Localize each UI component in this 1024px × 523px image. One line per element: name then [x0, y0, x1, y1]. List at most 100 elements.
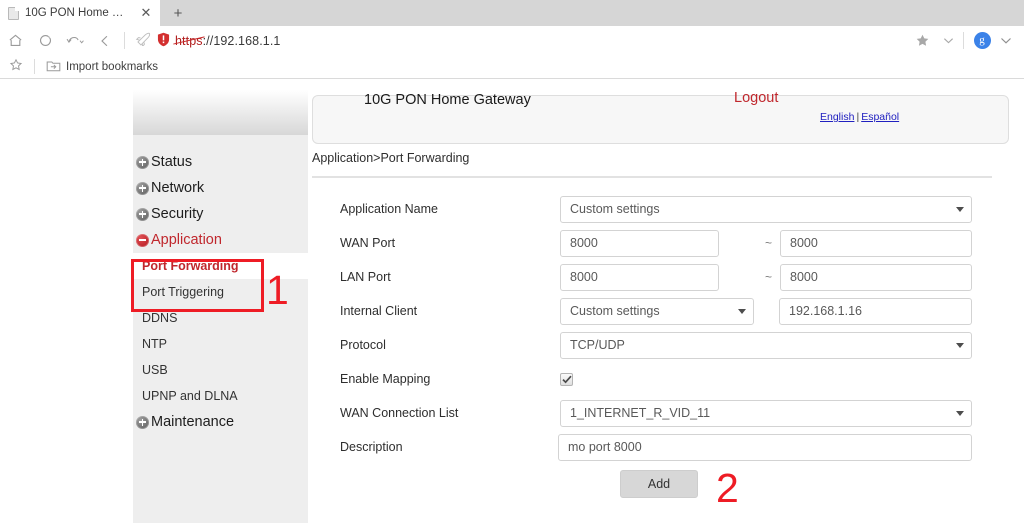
- sidebar-item-upnp-and-dlna[interactable]: UPNP and DLNA: [133, 383, 308, 409]
- wan-port-start-input[interactable]: 8000: [560, 229, 719, 257]
- wan-port-end-value: 8000: [790, 236, 818, 250]
- router-admin-page: Status Network Security Application Port…: [0, 80, 1024, 523]
- sidebar-item-label: Port Triggering: [142, 285, 224, 299]
- wan-port-end-input[interactable]: 8000: [780, 229, 972, 257]
- internal-client-ip-input[interactable]: 192.168.1.16: [779, 297, 972, 325]
- sidebar-item-ntp[interactable]: NTP: [133, 331, 308, 357]
- wan-port-start-value: 8000: [570, 236, 598, 250]
- form-row-actions: Add: [312, 464, 1012, 504]
- home-icon[interactable]: [0, 27, 30, 55]
- form-row-protocol: Protocol TCP/UDP: [312, 328, 1012, 362]
- page-title: 10G PON Home Gateway: [364, 92, 531, 108]
- toolbar-right-group: g: [907, 27, 1024, 55]
- language-switcher: English | Español: [820, 111, 899, 123]
- application-name-select[interactable]: Custom settings: [560, 195, 972, 223]
- toolbar-divider: [124, 32, 125, 49]
- document-icon: [8, 6, 19, 20]
- form-row-description: Description mo port 8000: [312, 430, 1012, 464]
- new-tab-button[interactable]: +: [164, 2, 192, 26]
- star-icon[interactable]: [907, 27, 937, 55]
- reload-icon[interactable]: [30, 27, 60, 55]
- address-bar[interactable]: https://192.168.1.1: [129, 32, 907, 50]
- browser-tab-title: 10G PON Home Gateway: [25, 7, 132, 19]
- plus-circle-icon[interactable]: [136, 415, 149, 429]
- internal-client-select[interactable]: Custom settings: [560, 297, 754, 325]
- form-row-enable-mapping: Enable Mapping: [312, 362, 1012, 396]
- content-divider: [312, 176, 992, 178]
- form-row-lan-port: LAN Port 8000 ~ 8000: [312, 260, 1012, 294]
- chevron-down-icon[interactable]: [939, 27, 957, 55]
- internal-client-ip-value: 192.168.1.16: [789, 304, 862, 318]
- sidebar-item-maintenance[interactable]: Maintenance: [133, 409, 308, 435]
- logout-button[interactable]: Logout: [734, 90, 778, 106]
- browser-toolbar: https://192.168.1.1 g: [0, 26, 1024, 55]
- sidebar-item-application[interactable]: Application: [133, 227, 308, 253]
- chevron-down-icon[interactable]: [996, 27, 1016, 55]
- field-label: Protocol: [340, 338, 386, 352]
- sidebar-item-status[interactable]: Status: [133, 149, 308, 175]
- url-scheme-strikethrough: https: [175, 33, 203, 48]
- bookmark-import-bookmarks[interactable]: Import bookmarks: [41, 57, 163, 77]
- wan-connection-list-value: 1_INTERNET_R_VID_11: [570, 406, 711, 420]
- rocket-icon[interactable]: [135, 32, 152, 49]
- breadcrumb: Application>Port Forwarding: [312, 151, 470, 165]
- chevron-left-icon[interactable]: [90, 27, 120, 55]
- url-host-path: ://192.168.1.1: [202, 33, 281, 48]
- language-link-english[interactable]: English: [820, 111, 854, 123]
- sidebar-item-label: UPNP and DLNA: [142, 389, 238, 403]
- sidebar-item-label: Status: [151, 154, 193, 170]
- sidebar-banner: [133, 80, 308, 135]
- form-row-internal-client: Internal Client Custom settings 192.168.…: [312, 294, 1012, 328]
- field-label: Enable Mapping: [340, 372, 431, 386]
- sidebar-item-label: Security: [151, 206, 204, 222]
- wan-port-range-separator: ~: [765, 236, 773, 250]
- enable-mapping-checkbox[interactable]: [560, 372, 573, 386]
- url-text[interactable]: https://192.168.1.1: [175, 34, 280, 48]
- lan-port-start-input[interactable]: 8000: [560, 263, 719, 291]
- avatar[interactable]: g: [970, 27, 994, 55]
- bookmarks-bar: Import bookmarks: [0, 55, 1024, 79]
- lan-port-end-input[interactable]: 8000: [780, 263, 972, 291]
- bookmarks-divider: [34, 59, 35, 74]
- browser-tab[interactable]: 10G PON Home Gateway ✕: [0, 0, 160, 26]
- star-outline-icon[interactable]: [4, 58, 28, 75]
- check-icon: [561, 375, 572, 383]
- sidebar-item-network[interactable]: Network: [133, 175, 308, 201]
- sidebar-item-label: NTP: [142, 337, 167, 351]
- add-button[interactable]: Add: [620, 470, 698, 498]
- annotation-step-1: 1: [266, 267, 289, 313]
- language-link-espanol[interactable]: Español: [861, 111, 899, 123]
- minus-circle-icon[interactable]: [136, 233, 149, 247]
- sidebar-item-label: Application: [151, 232, 222, 248]
- sidebar-item-security[interactable]: Security: [133, 201, 308, 227]
- field-label: Application Name: [340, 202, 438, 216]
- plus-circle-icon[interactable]: [136, 155, 149, 169]
- application-name-value: Custom settings: [570, 202, 660, 216]
- protocol-select[interactable]: TCP/UDP: [560, 331, 972, 359]
- plus-circle-icon[interactable]: [136, 181, 149, 195]
- lan-port-start-value: 8000: [570, 270, 598, 284]
- wan-connection-list-select[interactable]: 1_INTERNET_R_VID_11: [560, 399, 972, 427]
- form-row-application-name: Application Name Custom settings: [312, 192, 1012, 226]
- field-label: WAN Port: [340, 236, 396, 250]
- sidebar-item-label: DDNS: [142, 311, 178, 325]
- not-secure-warning-icon[interactable]: [157, 32, 170, 50]
- lan-port-end-value: 8000: [790, 270, 818, 284]
- plus-circle-icon[interactable]: [136, 207, 149, 221]
- protocol-value: TCP/UDP: [570, 338, 625, 352]
- close-icon[interactable]: ✕: [138, 5, 154, 21]
- field-label: LAN Port: [340, 270, 391, 284]
- port-forwarding-form: Application Name Custom settings WAN Por…: [312, 192, 1012, 504]
- description-input[interactable]: mo port 8000: [558, 433, 972, 461]
- sidebar-item-label: Network: [151, 180, 205, 196]
- import-folder-icon: [46, 59, 61, 75]
- browser-tab-strip: 10G PON Home Gateway ✕ +: [0, 0, 1024, 26]
- history-back-arrow-icon[interactable]: [60, 27, 90, 55]
- chevron-down-icon: [956, 207, 964, 212]
- sidebar-item-label: USB: [142, 363, 168, 377]
- description-value: mo port 8000: [568, 440, 642, 454]
- chevron-down-icon: [956, 411, 964, 416]
- sidebar-item-usb[interactable]: USB: [133, 357, 308, 383]
- toolbar-divider-2: [963, 32, 964, 49]
- field-label: Internal Client: [340, 304, 418, 318]
